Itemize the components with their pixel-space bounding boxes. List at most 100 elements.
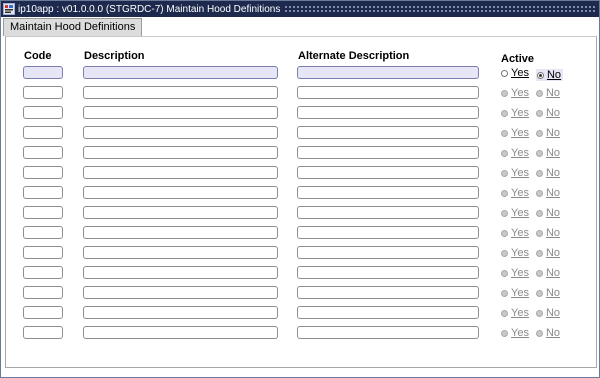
alternate-field[interactable] [297,166,479,179]
radio-unchecked-icon [501,109,508,117]
code-field[interactable] [23,66,63,79]
radio-checked-icon [536,71,544,79]
active-yes-radio[interactable]: Yes [501,187,529,199]
description-field[interactable] [83,86,278,99]
active-no-radio[interactable]: No [535,267,560,279]
radio-label-text: No [545,107,561,119]
radio-label-text: No [545,167,561,179]
active-yes-radio[interactable]: Yes [501,307,529,319]
code-field[interactable] [23,126,63,139]
radio-label-yes: Yes [511,267,529,279]
active-no-radio[interactable]: No [535,207,560,219]
active-radio-group: Yes No [501,327,567,340]
description-field[interactable] [83,146,278,159]
alternate-field[interactable] [297,246,479,259]
description-field[interactable] [83,266,278,279]
code-field[interactable] [23,106,63,119]
radio-label-text: No [545,287,561,299]
code-field[interactable] [23,146,63,159]
code-field[interactable] [23,166,63,179]
active-yes-radio[interactable]: Yes [501,207,529,219]
description-field[interactable] [83,106,278,119]
code-field[interactable] [23,86,63,99]
radio-label-text: No [545,327,561,339]
column-header-description: Description [84,50,145,62]
code-field[interactable] [23,266,63,279]
app-icon[interactable] [3,3,15,15]
radio-label-no: No [546,227,560,239]
radio-label-text: Yes [511,67,529,79]
active-yes-radio[interactable]: Yes [501,267,529,279]
alternate-field[interactable] [297,126,479,139]
active-no-radio[interactable]: No [535,227,560,239]
alternate-field[interactable] [297,286,479,299]
radio-label-text: Yes [511,107,529,119]
active-no-radio[interactable]: No [535,307,560,319]
active-no-radio[interactable]: No [535,107,560,119]
radio-label-no: No [546,247,560,259]
alternate-field[interactable] [297,106,479,119]
alternate-field[interactable] [297,66,479,79]
active-radio-group: Yes No [501,167,567,180]
active-yes-radio[interactable]: Yes [501,67,529,79]
radio-label-no: No [546,127,560,139]
alternate-field[interactable] [297,226,479,239]
radio-label-text: Yes [511,87,529,99]
code-field[interactable] [23,206,63,219]
alternate-field[interactable] [297,186,479,199]
radio-label-yes: Yes [511,247,529,259]
active-yes-radio[interactable]: Yes [501,287,529,299]
active-no-radio[interactable]: No [535,87,560,99]
radio-unchecked-icon [501,209,508,217]
alternate-field[interactable] [297,266,479,279]
active-yes-radio[interactable]: Yes [501,87,529,99]
description-field[interactable] [83,66,278,79]
title-bar: ip10app : v01.0.0.0 (STGRDC-7) Maintain … [1,1,599,17]
active-yes-radio[interactable]: Yes [501,127,529,139]
active-no-radio[interactable]: No [535,167,561,179]
active-no-radio[interactable]: No [535,247,560,259]
code-field[interactable] [23,226,63,239]
code-field[interactable] [23,286,63,299]
description-field[interactable] [83,286,278,299]
description-field[interactable] [83,326,278,339]
active-yes-radio[interactable]: Yes [501,227,529,239]
code-field[interactable] [23,326,63,339]
active-no-radio[interactable]: No [535,127,560,139]
alternate-field[interactable] [297,306,479,319]
radio-label-yes: Yes [511,107,529,119]
active-no-radio[interactable]: No [535,287,560,299]
alternate-field[interactable] [297,86,479,99]
description-field[interactable] [83,226,278,239]
active-yes-radio[interactable]: Yes [501,107,529,119]
alternate-field[interactable] [297,326,479,339]
active-yes-radio[interactable]: Yes [501,247,529,259]
code-field[interactable] [23,306,63,319]
active-radio-group: Yes No [501,87,567,100]
radio-unchecked-icon [535,249,543,257]
radio-label-no: No [546,87,560,99]
tab-maintain-hood-definitions[interactable]: Maintain Hood Definitions [3,18,143,36]
description-field[interactable] [83,186,278,199]
active-no-radio[interactable]: No [535,187,560,199]
description-field[interactable] [83,246,278,259]
description-field[interactable] [83,126,278,139]
description-field[interactable] [83,166,278,179]
active-yes-radio[interactable]: Yes [501,167,529,179]
code-field[interactable] [23,186,63,199]
radio-label-no: No [546,107,560,119]
code-field[interactable] [23,246,63,259]
radio-label-no: No [546,187,560,199]
active-no-radio[interactable]: No [535,327,561,339]
alternate-field[interactable] [297,146,479,159]
active-no-radio[interactable]: No [535,147,560,159]
active-no-radio[interactable]: No [535,69,564,81]
active-yes-radio[interactable]: Yes [501,147,529,159]
description-field[interactable] [83,206,278,219]
radio-label-no: No [546,287,560,299]
alternate-field[interactable] [297,206,479,219]
active-yes-radio[interactable]: Yes [501,327,529,339]
radio-unchecked-icon [501,169,508,177]
radio-label-yes: Yes [511,127,529,139]
description-field[interactable] [83,306,278,319]
